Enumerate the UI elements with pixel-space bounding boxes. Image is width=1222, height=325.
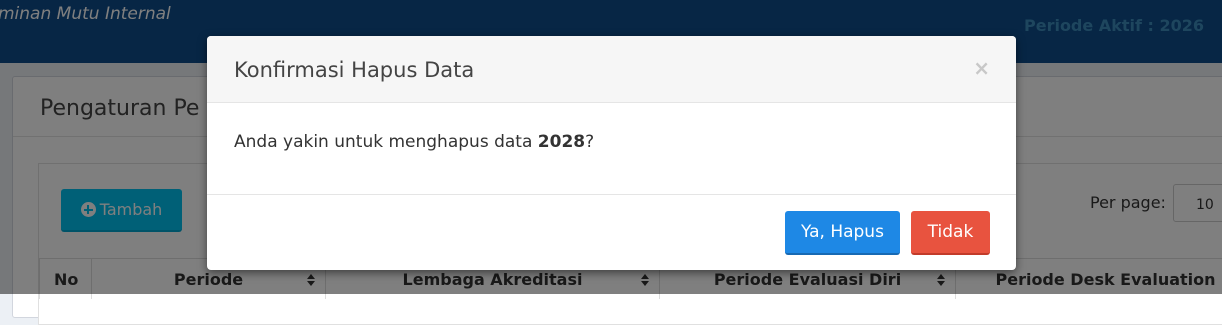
message-text: Anda yakin untuk menghapus data [234,132,538,152]
modal-message: Anda yakin untuk menghapus data 2028? [234,132,594,152]
modal-title: Konfirmasi Hapus Data [234,58,475,82]
confirm-delete-button[interactable]: Ya, Hapus [785,211,900,255]
modal-header: Konfirmasi Hapus Data × [207,36,1016,103]
close-icon[interactable]: × [973,58,990,78]
delete-confirmation-modal: Konfirmasi Hapus Data × Anda yakin untuk… [207,36,1016,270]
message-suffix: ? [585,132,595,152]
cancel-button[interactable]: Tidak [911,211,990,255]
modal-footer: Ya, Hapus Tidak [207,194,1016,270]
message-item: 2028 [537,132,586,152]
